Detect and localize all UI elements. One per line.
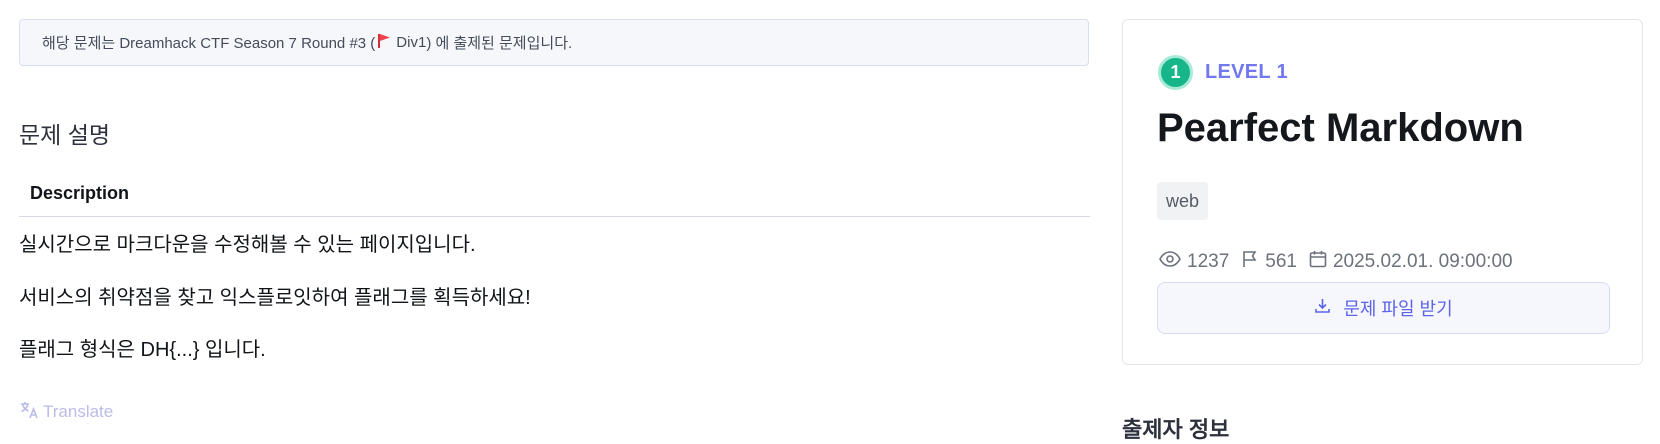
red-flag-icon (377, 33, 391, 53)
translate-label: Translate (43, 402, 114, 421)
challenge-stats: 1237 561 2025.02.01. 09:00:00 (1159, 250, 1525, 274)
level-badge: 1 (1158, 55, 1193, 90)
notice-division[interactable]: Div1 (396, 34, 426, 51)
level-row: 1 LEVEL 1 (1158, 55, 1288, 90)
level-label: LEVEL 1 (1205, 61, 1288, 83)
description-heading: Description (30, 183, 130, 203)
description-section-title: 문제 설명 (19, 122, 111, 148)
description-line-1: 실시간으로 마크다운을 수정해볼 수 있는 페이지입니다. (19, 234, 476, 256)
download-icon (1314, 297, 1331, 319)
author-section-title: 출제자 정보 (1122, 417, 1230, 442)
eye-icon (1159, 251, 1181, 273)
release-date: 2025.02.01. 09:00:00 (1332, 251, 1513, 272)
views-stat: 1237 (1159, 251, 1229, 273)
description-header: Description (19, 180, 1090, 217)
solves-count: 561 (1265, 251, 1297, 272)
notice-prefix: 해당 문제는 Dreamhack CTF Season 7 Round #3 ( (42, 35, 376, 52)
download-label: 문제 파일 받기 (1343, 299, 1453, 319)
views-count: 1237 (1187, 251, 1230, 272)
category-tag[interactable]: web (1157, 182, 1209, 220)
flag-outline-icon (1241, 250, 1259, 274)
calendar-icon (1309, 250, 1327, 274)
contest-notice: 해당 문제는 Dreamhack CTF Season 7 Round #3 (… (19, 19, 1089, 66)
challenge-info-card: 1 LEVEL 1 Pearfect Markdown web 1237 561 (1122, 19, 1643, 365)
date-stat: 2025.02.01. 09:00:00 (1309, 250, 1513, 274)
translate-button[interactable]: Translate (19, 400, 113, 424)
solves-stat: 561 (1241, 250, 1297, 274)
description-line-3: 플래그 형식은 DH{...} 입니다. (19, 339, 266, 361)
description-line-2: 서비스의 취약점을 찾고 익스플로잇하여 플래그를 획득하세요! (19, 287, 531, 309)
download-files-button[interactable]: 문제 파일 받기 (1157, 282, 1610, 334)
notice-suffix: ) 에 출제된 문제입니다. (426, 35, 573, 52)
challenge-title: Pearfect Markdown (1157, 106, 1524, 150)
translate-icon (19, 400, 39, 425)
